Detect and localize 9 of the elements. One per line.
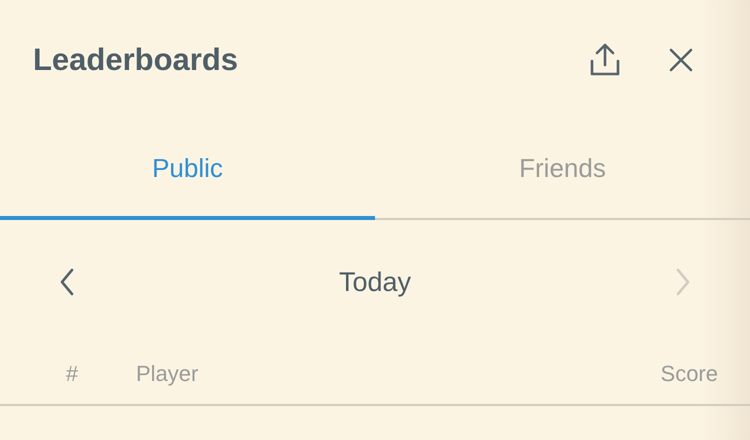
column-header: Player — [136, 361, 198, 387]
column-header: Score — [660, 361, 718, 387]
close-icon — [668, 47, 694, 73]
share-icon — [588, 42, 622, 78]
tab[interactable]: Friends — [375, 120, 750, 220]
period-label: Today — [338, 266, 412, 298]
window-title: Leaderboards — [33, 42, 240, 78]
column-header: # — [66, 361, 78, 387]
tab[interactable]: Public — [0, 120, 375, 220]
